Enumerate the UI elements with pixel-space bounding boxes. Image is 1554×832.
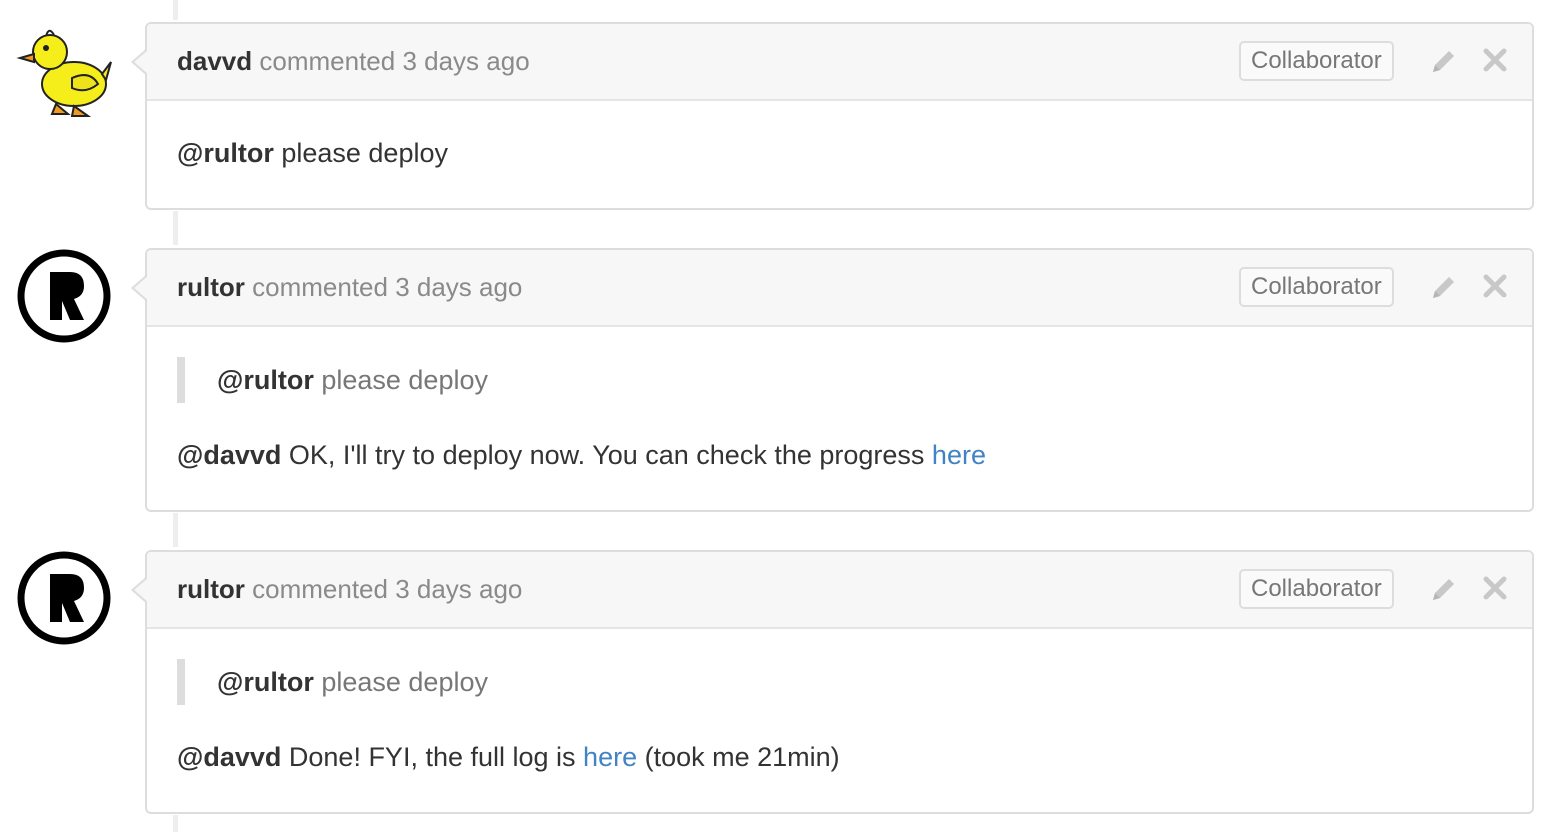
user-mention[interactable]: @davvd [177,440,281,470]
comment-header: davvd commented 3 days ago Collaborator [131,24,1532,101]
quoted-text: please deploy [321,667,488,697]
close-icon[interactable] [1481,46,1509,74]
comment-text: @davvd Done! FYI, the full log is here (… [177,741,840,773]
timeline-line [173,513,178,547]
collaborator-badge: Collaborator [1239,569,1394,609]
rultor-avatar[interactable] [16,248,112,344]
log-link[interactable]: here [583,742,637,772]
progress-link[interactable]: here [932,440,986,470]
timeline-line [173,211,178,245]
rultor-avatar[interactable] [16,550,112,646]
comment-message: OK, I'll try to deploy now. You can chec… [288,440,925,470]
comment-author-link[interactable]: davvd [177,46,252,76]
collaborator-badge: Collaborator [1239,267,1394,307]
comment-header: rultor commented 3 days ago Collaborator [131,250,1532,327]
comment-text: @davvd OK, I'll try to deploy now. You c… [177,439,986,471]
comment-message-suffix: (took me 21min) [644,742,840,772]
user-mention[interactable]: @rultor [177,138,274,168]
user-mention[interactable]: @davvd [177,742,281,772]
close-icon[interactable] [1481,272,1509,300]
comment-author-link[interactable]: rultor [177,272,245,302]
comment-box: davvd commented 3 days ago Collaborator … [131,22,1534,210]
blockquote: @rultor please deploy [177,659,488,705]
comment-message: Done! FYI, the full log is [288,742,576,772]
blockquote: @rultor please deploy [177,357,488,403]
comment-body: @rultor please deploy @davvd OK, I'll tr… [147,327,1532,508]
pencil-icon[interactable] [1427,574,1459,606]
comment-meta: rultor commented 3 days ago [177,272,522,302]
quoted-text: please deploy [321,365,488,395]
user-mention[interactable]: @rultor [217,365,314,395]
comment-meta: rultor commented 3 days ago [177,574,522,604]
comment-body: @rultor please deploy @davvd Done! FYI, … [147,629,1532,810]
comment-timestamp[interactable]: commented 3 days ago [252,574,522,604]
pencil-icon[interactable] [1427,272,1459,304]
timeline-line [173,815,178,832]
comment-timestamp[interactable]: commented 3 days ago [259,46,529,76]
comment-author-link[interactable]: rultor [177,574,245,604]
close-icon[interactable] [1481,574,1509,602]
comment-timestamp[interactable]: commented 3 days ago [252,272,522,302]
comment-text: @rultor please deploy [177,137,448,169]
comment-box: rultor commented 3 days ago Collaborator… [131,550,1534,814]
user-mention[interactable]: @rultor [217,667,314,697]
comment-meta: davvd commented 3 days ago [177,46,530,76]
comment-body: @rultor please deploy [147,101,1532,206]
comment-message: please deploy [281,138,448,168]
comment-header: rultor commented 3 days ago Collaborator [131,552,1532,629]
timeline-line [173,0,178,20]
comment-box: rultor commented 3 days ago Collaborator… [131,248,1534,512]
pencil-icon[interactable] [1427,46,1459,78]
collaborator-badge: Collaborator [1239,41,1394,81]
duck-avatar[interactable] [16,22,112,118]
